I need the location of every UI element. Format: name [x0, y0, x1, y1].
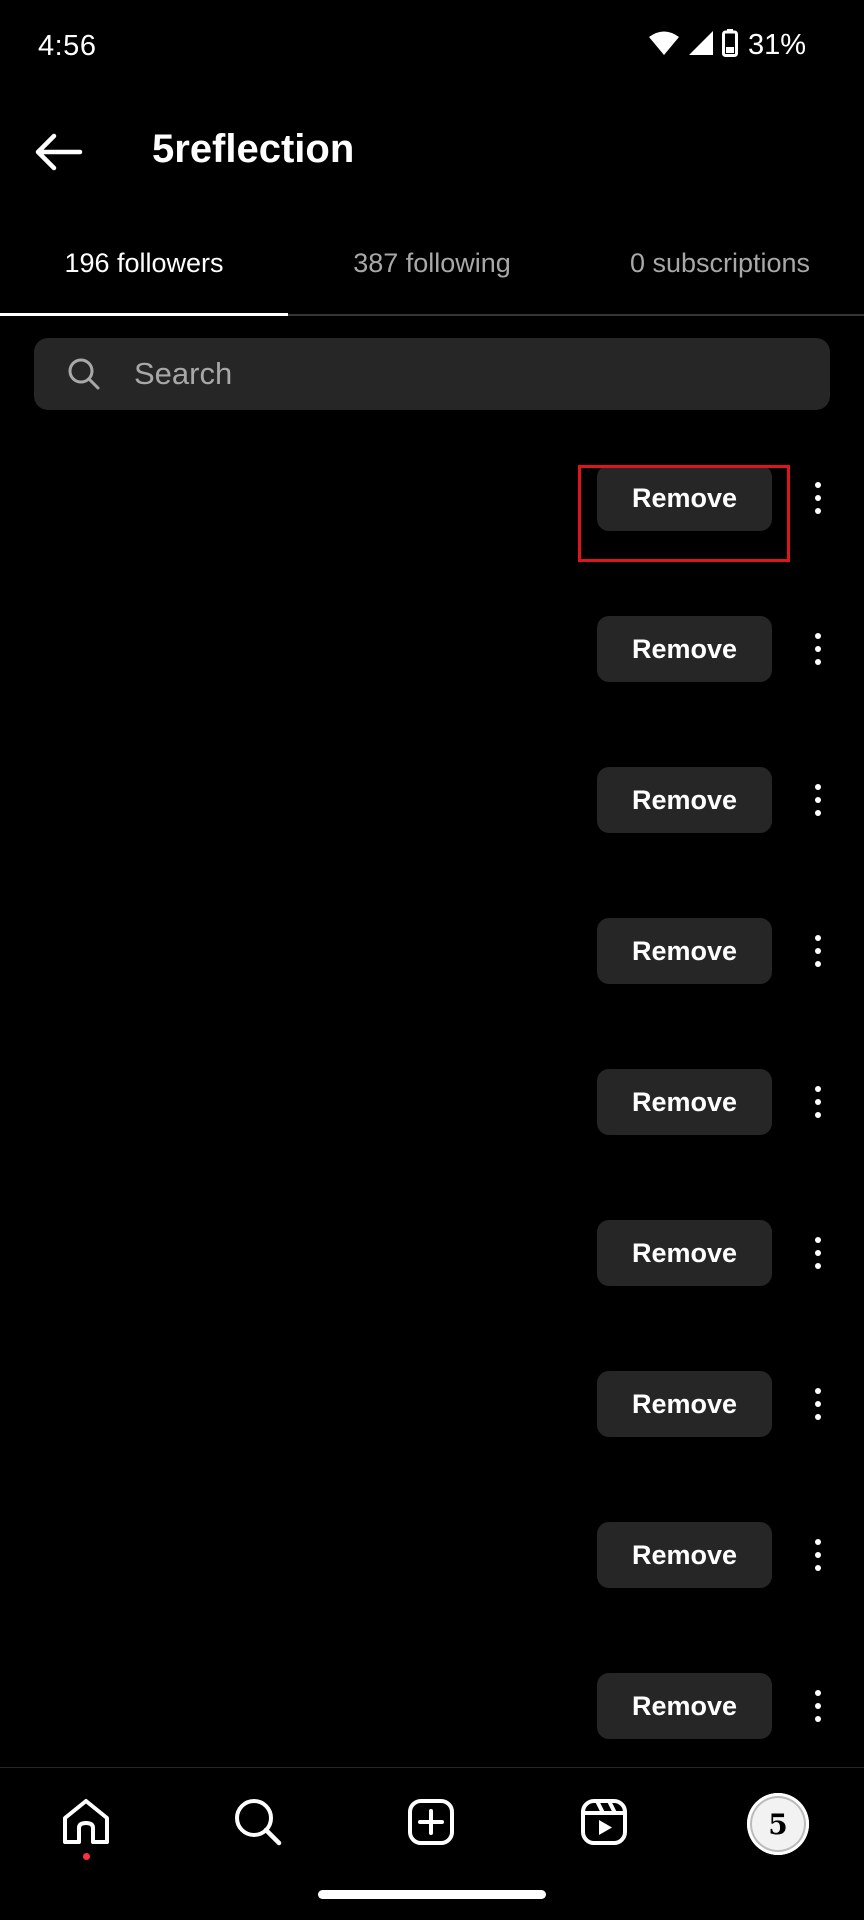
more-dot: [815, 1263, 821, 1269]
more-dot: [815, 1690, 821, 1696]
more-dot: [815, 1237, 821, 1243]
reels-icon: [580, 1798, 628, 1851]
notification-dot: [83, 1853, 90, 1860]
profile-avatar: 5: [747, 1793, 809, 1855]
more-dot: [815, 1086, 821, 1092]
more-dot: [815, 784, 821, 790]
remove-button[interactable]: Remove: [597, 767, 772, 833]
more-dot: [815, 810, 821, 816]
search-input[interactable]: [132, 355, 786, 393]
more-dot: [815, 1414, 821, 1420]
avatar-initial: 5: [768, 1807, 788, 1841]
more-dot: [815, 1552, 821, 1558]
more-options-button[interactable]: [800, 1077, 836, 1127]
more-dot: [815, 1539, 821, 1545]
more-dot: [815, 482, 821, 488]
search-icon: [64, 354, 104, 394]
header: 5reflection: [0, 100, 864, 210]
list-item: Remove: [0, 586, 864, 737]
nav-home[interactable]: [50, 1788, 122, 1860]
more-dot: [815, 1703, 821, 1709]
highlight-box: [578, 465, 790, 562]
bottom-nav: 5: [0, 1767, 864, 1873]
more-dot: [815, 797, 821, 803]
nav-profile[interactable]: 5: [742, 1788, 814, 1860]
nav-search[interactable]: [222, 1788, 294, 1860]
remove-button[interactable]: Remove: [597, 1069, 772, 1135]
more-dot: [815, 633, 821, 639]
more-dot: [815, 1401, 821, 1407]
remove-button[interactable]: Remove: [597, 1220, 772, 1286]
more-dot: [815, 646, 821, 652]
more-dot: [815, 508, 821, 514]
remove-button[interactable]: Remove: [597, 616, 772, 682]
nav-reels[interactable]: [568, 1788, 640, 1860]
screen: 4:56 31% 5reflection 196 followers 387 f…: [0, 0, 864, 1920]
list-item: Remove: [0, 888, 864, 1039]
list-item: Remove: [0, 1039, 864, 1190]
list-item: Remove: [0, 737, 864, 888]
more-options-button[interactable]: [800, 624, 836, 674]
status-time: 4:56: [38, 30, 97, 62]
more-options-button[interactable]: [800, 1530, 836, 1580]
list-item: Remove: [0, 1492, 864, 1643]
search-bar[interactable]: [34, 338, 830, 410]
more-options-button[interactable]: [800, 926, 836, 976]
more-dot: [815, 1250, 821, 1256]
more-dot: [815, 1565, 821, 1571]
home-icon: [61, 1798, 111, 1851]
wifi-icon: [648, 30, 680, 61]
tab-subscriptions[interactable]: 0 subscriptions: [576, 230, 864, 314]
search-icon: [233, 1797, 283, 1852]
remove-button[interactable]: Remove: [597, 1522, 772, 1588]
more-dot: [815, 948, 821, 954]
more-dot: [815, 1112, 821, 1118]
create-icon: [407, 1798, 455, 1851]
list-item: Remove: [0, 1341, 864, 1492]
more-options-button[interactable]: [800, 775, 836, 825]
remove-button[interactable]: Remove: [597, 1371, 772, 1437]
tab-bar: 196 followers 387 following 0 subscripti…: [0, 230, 864, 316]
more-dot: [815, 961, 821, 967]
page-title: 5reflection: [152, 127, 355, 171]
status-icons: 31%: [648, 29, 806, 62]
more-dot: [815, 495, 821, 501]
back-button[interactable]: [28, 126, 88, 182]
more-dot: [815, 659, 821, 665]
remove-button[interactable]: Remove: [597, 1673, 772, 1739]
more-options-button[interactable]: [800, 473, 836, 523]
tab-followers[interactable]: 196 followers: [0, 230, 288, 314]
more-dot: [815, 1099, 821, 1105]
battery-percentage: 31%: [747, 29, 806, 61]
list-item: Remove: [0, 1190, 864, 1341]
tab-following[interactable]: 387 following: [288, 230, 576, 314]
more-options-button[interactable]: [800, 1379, 836, 1429]
more-options-button[interactable]: [800, 1228, 836, 1278]
more-dot: [815, 1388, 821, 1394]
more-dot: [815, 1716, 821, 1722]
battery-icon: [721, 29, 738, 62]
home-indicator[interactable]: [318, 1890, 546, 1899]
arrow-left-icon: [33, 132, 83, 177]
more-options-button[interactable]: [800, 1681, 836, 1731]
status-bar: 4:56 31%: [0, 0, 864, 95]
nav-create[interactable]: [395, 1788, 467, 1860]
active-tab-indicator: [0, 313, 288, 316]
cellular-signal-icon: [688, 30, 714, 61]
remove-button[interactable]: Remove: [597, 918, 772, 984]
more-dot: [815, 935, 821, 941]
